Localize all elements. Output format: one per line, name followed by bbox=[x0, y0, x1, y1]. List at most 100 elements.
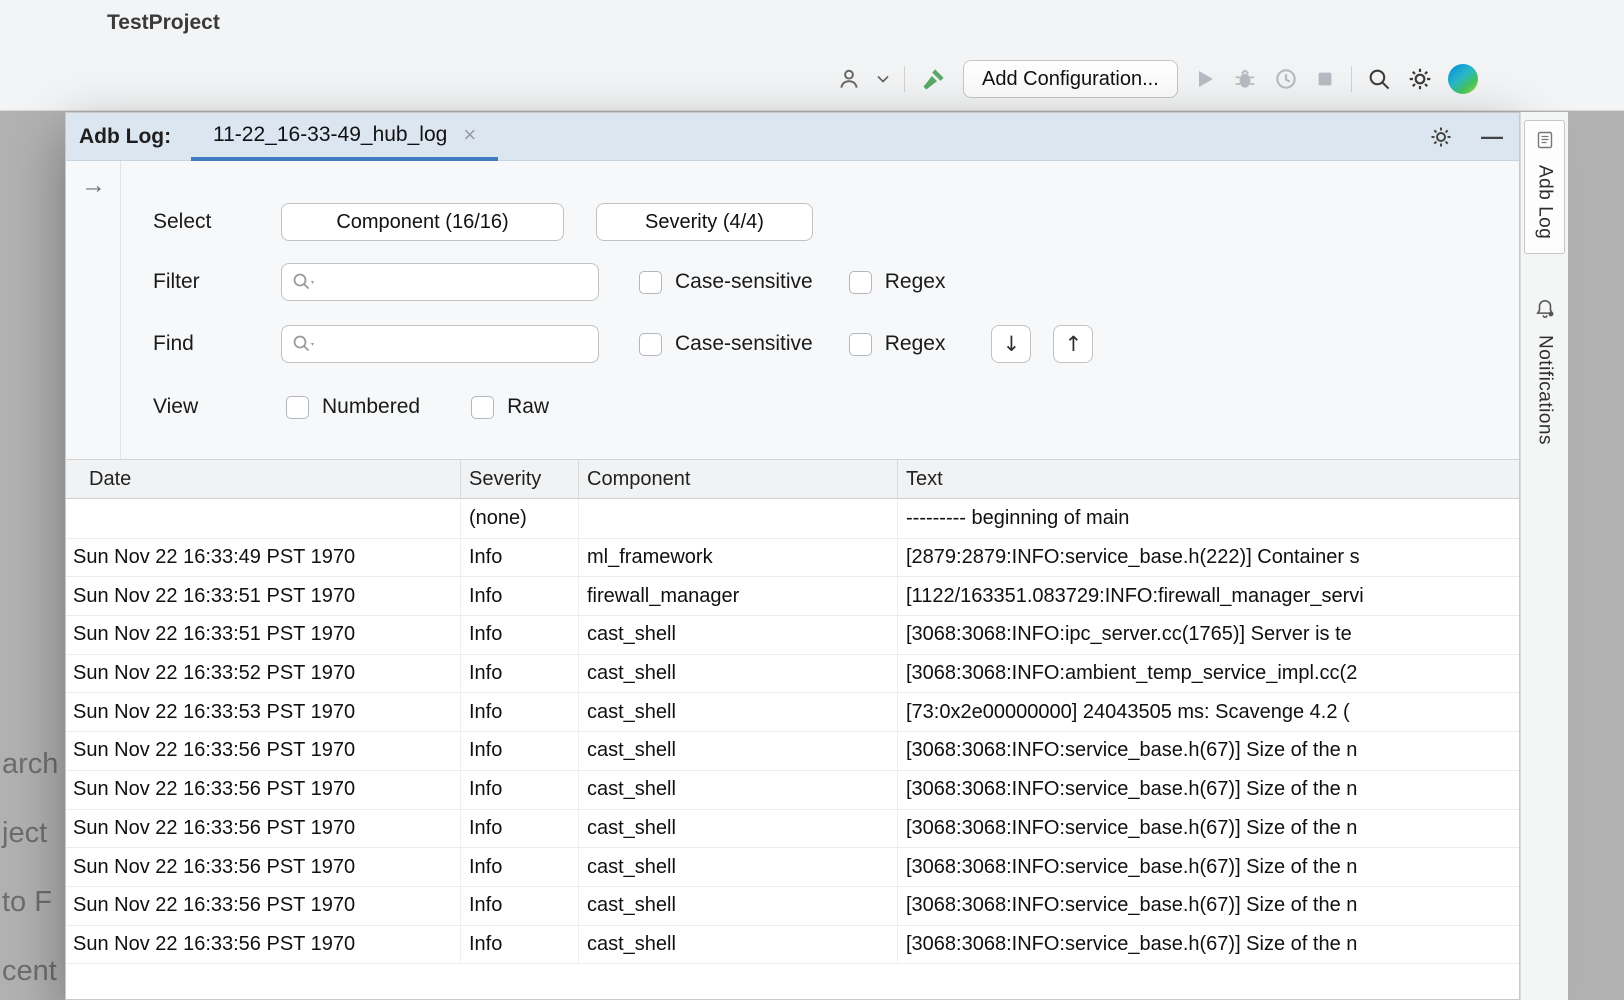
adb-log-panel: Adb Log: 11-22_16-33-49_hub_log × — → Se… bbox=[65, 112, 1520, 1000]
table-row[interactable]: Sun Nov 22 16:33:56 PST 1970Infocast_she… bbox=[66, 771, 1519, 810]
side-tab-adb-log[interactable]: Adb Log bbox=[1524, 120, 1565, 254]
search-icon bbox=[292, 272, 318, 297]
main-toolbar: Add Configuration... bbox=[836, 58, 1478, 100]
minimize-icon[interactable]: — bbox=[1481, 124, 1503, 150]
raw-checkbox[interactable] bbox=[471, 396, 494, 419]
toolbar-divider bbox=[904, 66, 905, 92]
collapse-arrow-icon[interactable]: → bbox=[81, 171, 106, 200]
cell-text: [3068:3068:INFO:ambient_temp_service_imp… bbox=[898, 655, 1519, 693]
cell-component: cast_shell bbox=[579, 693, 898, 731]
android-studio-logo-icon[interactable] bbox=[1448, 64, 1478, 94]
filter-input[interactable] bbox=[326, 264, 592, 300]
cell-date: Sun Nov 22 16:33:51 PST 1970 bbox=[66, 616, 461, 654]
cell-component: ml_framework bbox=[579, 539, 898, 577]
cell-severity: Info bbox=[461, 848, 579, 886]
run-icon[interactable] bbox=[1193, 67, 1217, 91]
user-profile-icon[interactable] bbox=[836, 66, 862, 92]
cell-date: Sun Nov 22 16:33:49 PST 1970 bbox=[66, 539, 461, 577]
cell-component: cast_shell bbox=[579, 655, 898, 693]
case-sensitive-checkbox[interactable] bbox=[639, 333, 662, 356]
regex-checkbox[interactable] bbox=[849, 333, 872, 356]
table-row[interactable]: Sun Nov 22 16:33:49 PST 1970Infoml_frame… bbox=[66, 539, 1519, 578]
cell-text: [73:0x2e00000000] 24043505 ms: Scavenge … bbox=[898, 693, 1519, 731]
add-configuration-button[interactable]: Add Configuration... bbox=[963, 60, 1178, 98]
search-everywhere-icon[interactable] bbox=[1367, 67, 1392, 92]
regex-label: Regex bbox=[885, 332, 946, 356]
cell-severity: Info bbox=[461, 771, 579, 809]
find-input[interactable] bbox=[326, 326, 592, 362]
panel-settings-gear-icon[interactable] bbox=[1429, 125, 1453, 149]
filter-row: Filter Case-sensitive Regex bbox=[153, 263, 945, 301]
panel-header-actions: — bbox=[1429, 124, 1519, 150]
severity-filter-button[interactable]: Severity (4/4) bbox=[596, 203, 813, 241]
chevron-down-icon[interactable] bbox=[877, 75, 889, 83]
cell-date: Sun Nov 22 16:33:51 PST 1970 bbox=[66, 577, 461, 615]
regex-label: Regex bbox=[885, 270, 946, 294]
cell-text: [1122/163351.083729:INFO:firewall_manage… bbox=[898, 577, 1519, 615]
table-row[interactable]: Sun Nov 22 16:33:56 PST 1970Infocast_she… bbox=[66, 810, 1519, 849]
cell-text: [3068:3068:INFO:service_base.h(67)] Size… bbox=[898, 926, 1519, 964]
column-header-text[interactable]: Text bbox=[898, 460, 1519, 498]
table-row[interactable]: Sun Nov 22 16:33:56 PST 1970Infocast_she… bbox=[66, 926, 1519, 965]
notifications-bell-icon bbox=[1534, 298, 1556, 325]
column-header-date[interactable]: Date bbox=[66, 460, 461, 498]
find-row: Find Case-sensitive Regex ↓ ↑ bbox=[153, 325, 1093, 363]
column-header-component[interactable]: Component bbox=[579, 460, 898, 498]
cell-component: cast_shell bbox=[579, 926, 898, 964]
toolbar-gutter: → bbox=[66, 161, 121, 459]
screen: TestProject Add Configuration... bbox=[0, 0, 1624, 1000]
table-row[interactable]: Sun Nov 22 16:33:56 PST 1970Infocast_she… bbox=[66, 732, 1519, 771]
side-tab-notifications-label: Notifications bbox=[1534, 335, 1556, 445]
case-sensitive-checkbox[interactable] bbox=[639, 271, 662, 294]
table-row[interactable]: Sun Nov 22 16:33:51 PST 1970Infofirewall… bbox=[66, 577, 1519, 616]
cell-text: --------- beginning of main bbox=[898, 500, 1519, 538]
debug-bug-icon[interactable] bbox=[1232, 66, 1258, 92]
numbered-checkbox[interactable] bbox=[286, 396, 309, 419]
settings-gear-icon[interactable] bbox=[1407, 66, 1433, 92]
background-text-fragment: to F bbox=[2, 886, 52, 919]
cell-component bbox=[579, 500, 898, 538]
panel-toolbar: → Select Component (16/16) Severity (4/4… bbox=[66, 161, 1519, 459]
component-filter-button[interactable]: Component (16/16) bbox=[281, 203, 564, 241]
cell-component: cast_shell bbox=[579, 616, 898, 654]
cell-component: firewall_manager bbox=[579, 577, 898, 615]
numbered-label: Numbered bbox=[322, 395, 420, 419]
log-file-tab-label: 11-22_16-33-49_hub_log bbox=[213, 123, 447, 147]
find-next-button[interactable]: ↓ bbox=[991, 325, 1031, 363]
project-title: TestProject bbox=[107, 11, 220, 35]
background-text-fragment: arch bbox=[2, 748, 58, 781]
cell-date: Sun Nov 22 16:33:56 PST 1970 bbox=[66, 771, 461, 809]
close-icon[interactable]: × bbox=[463, 124, 476, 146]
find-search-box bbox=[281, 325, 599, 363]
cell-severity: Info bbox=[461, 577, 579, 615]
cell-text: [3068:3068:INFO:service_base.h(67)] Size… bbox=[898, 771, 1519, 809]
filter-search-box bbox=[281, 263, 599, 301]
find-previous-button[interactable]: ↑ bbox=[1053, 325, 1093, 363]
background-text-fragment: ject bbox=[2, 817, 47, 850]
cell-text: [3068:3068:INFO:service_base.h(67)] Size… bbox=[898, 732, 1519, 770]
cell-severity: Info bbox=[461, 926, 579, 964]
select-row: Select Component (16/16) Severity (4/4) bbox=[153, 203, 813, 241]
table-row[interactable]: Sun Nov 22 16:33:53 PST 1970Infocast_she… bbox=[66, 693, 1519, 732]
regex-checkbox[interactable] bbox=[849, 271, 872, 294]
log-file-tab[interactable]: 11-22_16-33-49_hub_log × bbox=[191, 113, 498, 161]
column-header-severity[interactable]: Severity bbox=[461, 460, 579, 498]
cell-date: Sun Nov 22 16:33:56 PST 1970 bbox=[66, 887, 461, 925]
stop-icon[interactable] bbox=[1314, 68, 1336, 90]
profiler-icon[interactable] bbox=[1273, 66, 1299, 92]
table-row[interactable]: Sun Nov 22 16:33:52 PST 1970Infocast_she… bbox=[66, 655, 1519, 694]
filter-label: Filter bbox=[153, 270, 281, 294]
table-row[interactable]: Sun Nov 22 16:33:56 PST 1970Infocast_she… bbox=[66, 848, 1519, 887]
raw-label: Raw bbox=[507, 395, 549, 419]
cell-severity: Info bbox=[461, 693, 579, 731]
view-row: View Numbered Raw bbox=[153, 388, 549, 426]
table-row[interactable]: Sun Nov 22 16:33:51 PST 1970Infocast_she… bbox=[66, 616, 1519, 655]
cell-severity: Info bbox=[461, 539, 579, 577]
table-row[interactable]: (none)--------- beginning of main bbox=[66, 500, 1519, 539]
build-hammer-icon[interactable] bbox=[920, 65, 948, 93]
background-text-fragment: cent bbox=[2, 955, 57, 988]
side-tab-notifications[interactable]: Notifications bbox=[1524, 292, 1565, 451]
cell-component: cast_shell bbox=[579, 887, 898, 925]
find-case-sensitive-group: Case-sensitive bbox=[639, 332, 813, 356]
table-row[interactable]: Sun Nov 22 16:33:56 PST 1970Infocast_she… bbox=[66, 887, 1519, 926]
